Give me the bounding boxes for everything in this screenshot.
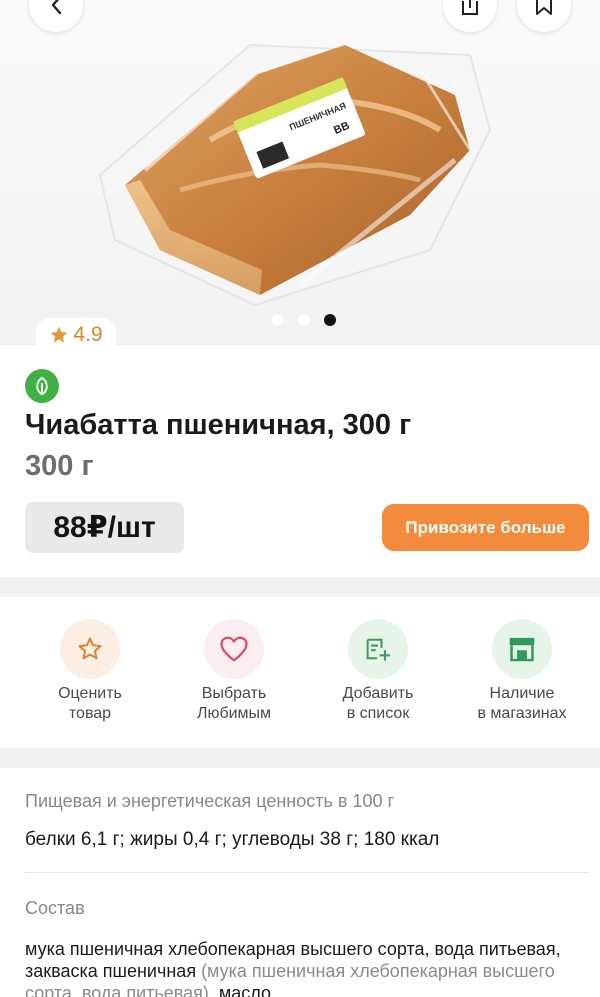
- product-photo: ПШЕНИЧНАЯ ВВ: [98, 43, 492, 307]
- divider: [25, 872, 588, 873]
- nutrition-heading: Пищевая и энергетическая ценность в 100 …: [25, 791, 395, 811]
- carousel-dot[interactable]: [298, 314, 310, 326]
- product-weight: 300 г: [25, 450, 94, 482]
- list-add-icon: [366, 638, 391, 661]
- add-to-list-icon-circle: [348, 619, 408, 679]
- action-label: Наличие в магазинах: [477, 685, 567, 722]
- composition-heading: Состав: [25, 898, 85, 918]
- composition-text: мука пшеничная хлебопекарная высшего сор…: [25, 939, 561, 997]
- carousel-dot-active[interactable]: [324, 314, 336, 326]
- action-label: Выбрать Любимым: [196, 685, 272, 722]
- star-icon: [78, 637, 102, 660]
- product-title: Чиабатта пшеничная, 300 г: [25, 409, 412, 441]
- share-icon: [462, 0, 478, 15]
- request-more-button[interactable]: Привозите больше: [382, 504, 589, 551]
- store-icon-circle: [492, 619, 552, 679]
- store-availability-button[interactable]: Наличие в магазинах: [452, 619, 592, 724]
- product-image-carousel[interactable]: ПШЕНИЧНАЯ ВВ: [0, 0, 600, 345]
- rate-icon-circle: [60, 619, 120, 679]
- rating-value: 4.9: [73, 323, 103, 346]
- chevron-left-icon: [51, 0, 62, 15]
- star-filled-icon: [51, 326, 68, 343]
- add-to-list-button[interactable]: Добавить в список: [308, 619, 448, 724]
- favorite-button[interactable]: Выбрать Любимым: [164, 619, 304, 724]
- action-label: Добавить в список: [342, 685, 414, 722]
- action-label: Оценить товар: [58, 685, 122, 722]
- price-badge: 88₽/шт: [25, 502, 184, 553]
- product-page: ПШЕНИЧНАЯ ВВ 4.9 Чиабатта пшеничная, 300…: [0, 0, 600, 997]
- eco-leaf-icon: [25, 369, 59, 403]
- bookmark-icon: [536, 0, 552, 15]
- store-icon: [509, 637, 535, 662]
- nutrition-values: белки 6,1 г; жиры 0,4 г; углеводы 38 г; …: [25, 829, 440, 850]
- heart-icon: [220, 636, 248, 662]
- rate-product-button[interactable]: Оценить товар: [20, 619, 160, 724]
- carousel-dot[interactable]: [272, 314, 284, 326]
- favorite-icon-circle: [204, 619, 264, 679]
- carousel-indicator[interactable]: [272, 314, 336, 326]
